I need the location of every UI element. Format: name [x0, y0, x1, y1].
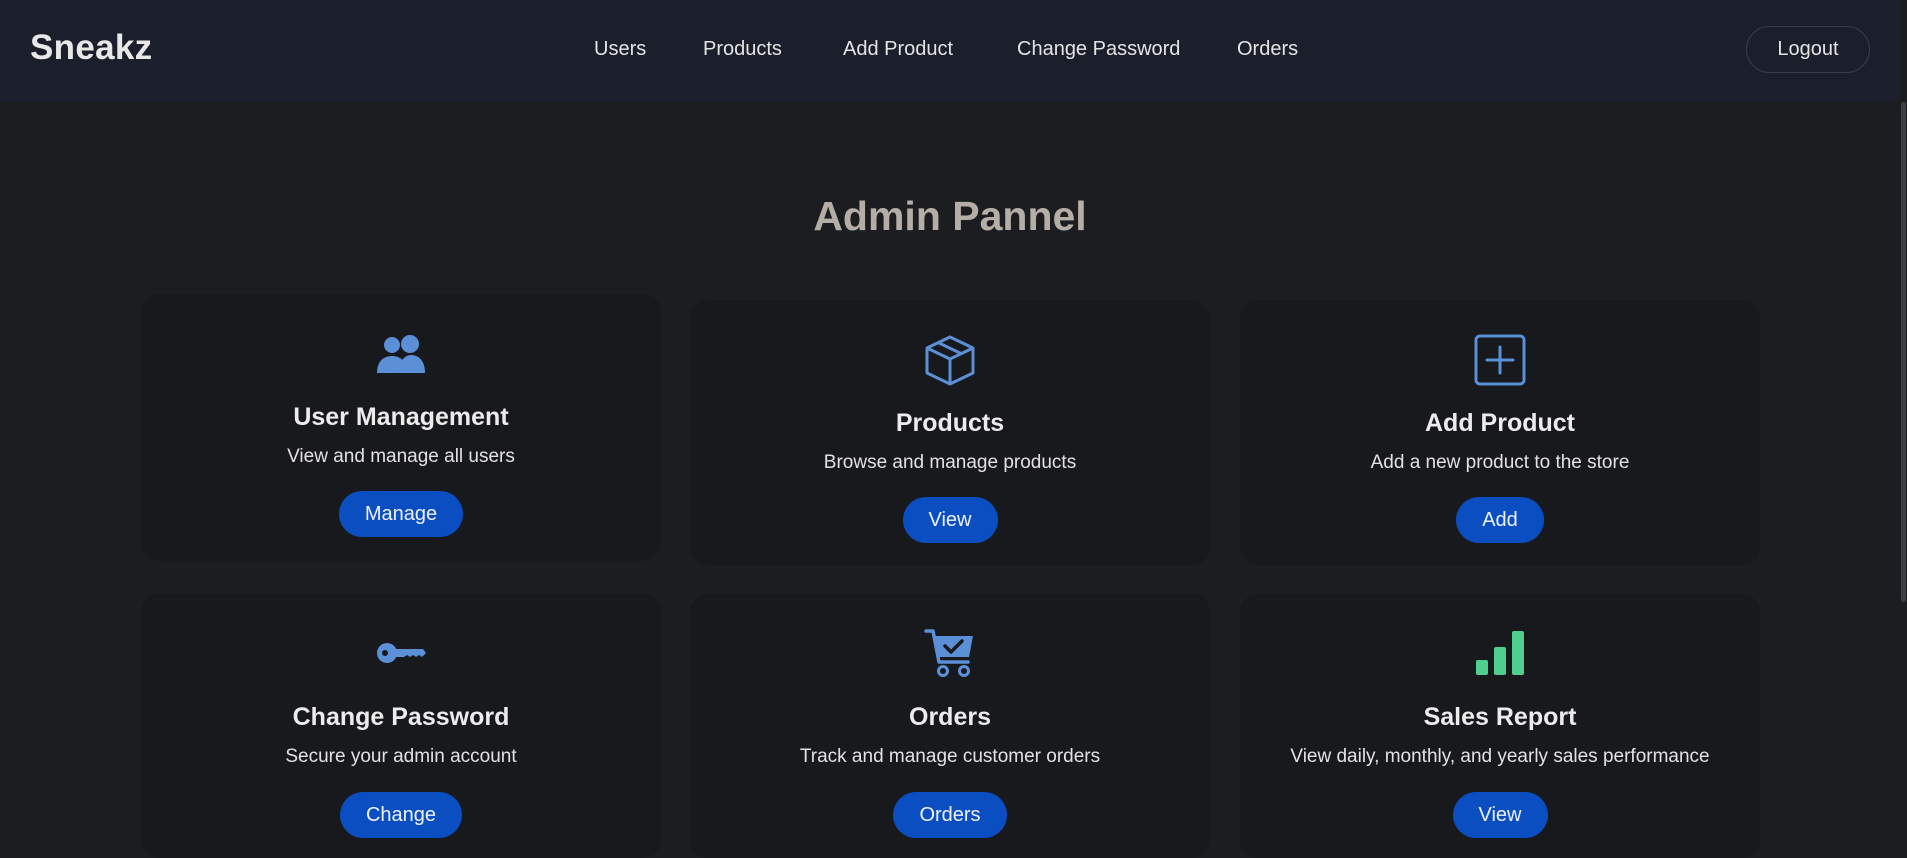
view-sales-report-button[interactable]: View: [1452, 792, 1548, 838]
cart-check-icon: [690, 627, 1210, 679]
users-icon: [141, 329, 661, 381]
top-navbar: Sneakz Users Products Add Product Change…: [0, 0, 1907, 102]
card-change-password: Change Password Secure your admin accoun…: [141, 594, 661, 858]
view-products-button[interactable]: View: [902, 497, 998, 543]
card-description: View daily, monthly, and yearly sales pe…: [1290, 746, 1710, 767]
card-add-product: Add Product Add a new product to the sto…: [1240, 300, 1760, 565]
card-title: Add Product: [1425, 409, 1575, 437]
key-icon: [141, 627, 661, 679]
plus-square-icon: [1240, 334, 1760, 386]
card-description: Add a new product to the store: [1370, 452, 1630, 473]
manage-users-button[interactable]: Manage: [338, 491, 464, 537]
box-icon: [690, 334, 1210, 386]
nav-link-change-password[interactable]: Change Password: [1017, 38, 1180, 61]
card-description: View and manage all users: [287, 446, 515, 467]
card-products: Products Browse and manage products View: [690, 300, 1210, 565]
scrollbar-thumb[interactable]: [1901, 102, 1906, 602]
card-orders: Orders Track and manage customer orders …: [690, 594, 1210, 858]
nav-link-add-product[interactable]: Add Product: [843, 38, 953, 61]
card-title: User Management: [293, 403, 509, 431]
card-title: Orders: [909, 703, 991, 731]
nav-links: Users Products Add Product Change Passwo…: [0, 38, 1907, 66]
orders-button[interactable]: Orders: [893, 792, 1007, 838]
add-product-button[interactable]: Add: [1456, 497, 1544, 543]
nav-link-products[interactable]: Products: [703, 38, 782, 61]
bar-chart-icon: [1240, 627, 1760, 679]
nav-link-users[interactable]: Users: [594, 38, 646, 61]
card-title: Change Password: [292, 703, 510, 731]
card-description: Secure your admin account: [285, 746, 517, 767]
card-user-management: User Management View and manage all user…: [141, 294, 661, 561]
card-description: Browse and manage products: [823, 452, 1077, 473]
card-description: Track and manage customer orders: [799, 746, 1101, 767]
nav-link-orders[interactable]: Orders: [1237, 38, 1298, 61]
card-title: Products: [895, 409, 1005, 437]
card-sales-report: Sales Report View daily, monthly, and ye…: [1240, 594, 1760, 858]
logout-button[interactable]: Logout: [1746, 26, 1870, 73]
change-password-button[interactable]: Change: [339, 792, 463, 838]
page-title: Admin Pannel: [813, 193, 1087, 239]
card-title: Sales Report: [1423, 703, 1577, 731]
